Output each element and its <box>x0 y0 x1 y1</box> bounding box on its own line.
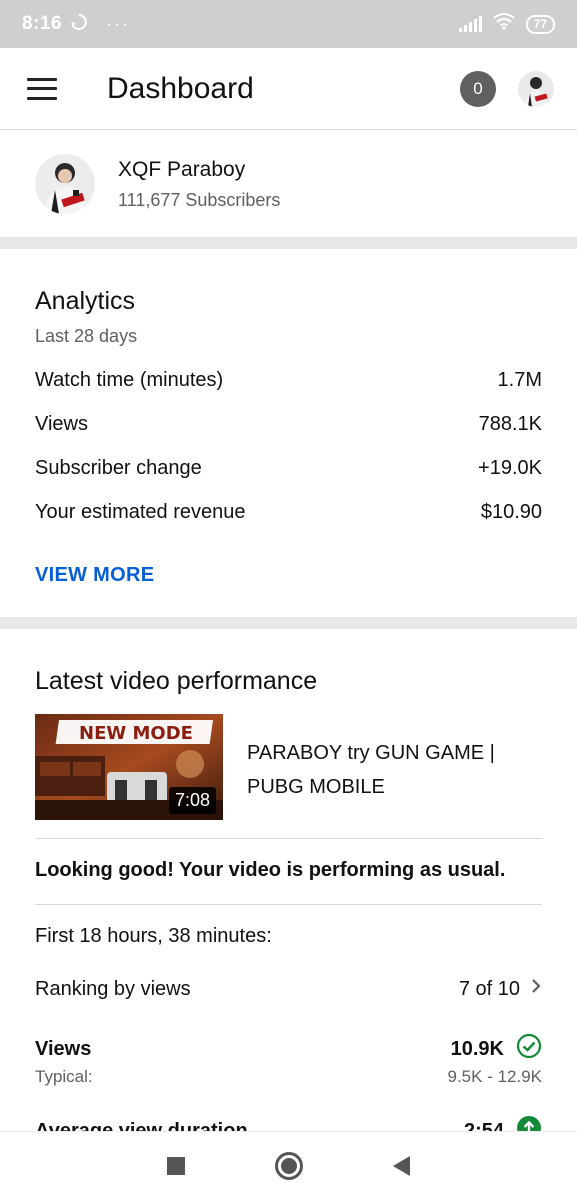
battery-icon: 77 <box>525 14 555 34</box>
typical-label: Typical: <box>35 1067 93 1086</box>
ranking-label: Ranking by views <box>35 977 191 1000</box>
ranking-value: 7 of 10 <box>458 977 520 1000</box>
video-duration: 7:08 <box>168 787 216 814</box>
notification-count-badge[interactable]: 0 <box>460 70 496 107</box>
metric-value: 788.1K <box>478 413 542 435</box>
more-notifications-icon: ··· <box>106 13 131 34</box>
section-divider <box>0 237 577 249</box>
metric-label: Your estimated revenue <box>35 501 246 523</box>
typical-row: Typical: 9.5K - 12.9K <box>35 1067 542 1087</box>
performance-period: First 18 hours, 38 minutes: <box>35 925 272 947</box>
status-time: 8:16 <box>22 13 63 34</box>
page-title: Dashboard <box>107 71 254 105</box>
subscriber-count: 111,677 Subscribers <box>118 189 281 210</box>
wifi-icon <box>492 12 516 36</box>
metric-row-revenue: Your estimated revenue $10.90 <box>35 501 542 524</box>
check-circle-icon <box>516 1033 542 1065</box>
views-label: Views <box>35 1037 92 1060</box>
analytics-card: Analytics Last 28 days Watch time (minut… <box>0 249 577 617</box>
recent-apps-icon[interactable] <box>167 1157 185 1175</box>
metric-value: +19.0K <box>478 457 542 479</box>
divider <box>35 904 542 905</box>
hamburger-menu-icon[interactable] <box>27 77 57 100</box>
latest-video-card: Latest video performance NEW MODE 7:08 P… <box>0 629 577 1142</box>
system-navigation-bar <box>0 1131 577 1200</box>
svg-text:NEW MODE: NEW MODE <box>79 723 193 744</box>
sync-icon <box>70 13 88 36</box>
metric-value: $10.90 <box>480 501 542 523</box>
ranking-row[interactable]: Ranking by views 7 of 10 <box>35 977 542 1001</box>
metric-label: Watch time (minutes) <box>35 369 224 391</box>
video-title[interactable]: PARABOY try GUN GAME | PUBG MOBILE <box>247 736 537 804</box>
metric-row-subscriber-change: Subscriber change +19.0K <box>35 457 542 480</box>
metric-label: Subscriber change <box>35 457 202 479</box>
analytics-title: Analytics <box>35 287 136 315</box>
metric-label: Views <box>35 413 88 435</box>
channel-avatar <box>35 154 95 214</box>
home-icon[interactable] <box>275 1152 303 1180</box>
chevron-right-icon <box>530 977 542 1001</box>
account-avatar[interactable] <box>518 70 554 107</box>
channel-header[interactable]: XQF Paraboy 111,677 Subscribers <box>0 131 577 237</box>
latest-video-title: Latest video performance <box>35 667 318 695</box>
views-value: 10.9K <box>450 1037 504 1060</box>
views-row: Views 10.9K <box>35 1033 542 1065</box>
section-divider <box>0 617 577 629</box>
view-more-button[interactable]: VIEW MORE <box>35 564 154 587</box>
channel-name: XQF Paraboy <box>118 157 246 181</box>
signal-icon <box>458 16 482 32</box>
metric-row-views: Views 788.1K <box>35 413 542 436</box>
typical-value: 9.5K - 12.9K <box>447 1067 542 1086</box>
new-mode-label: NEW MODE <box>55 720 213 744</box>
divider <box>35 838 542 839</box>
video-thumbnail[interactable]: NEW MODE 7:08 <box>35 714 223 820</box>
metric-row-watch-time: Watch time (minutes) 1.7M <box>35 369 542 392</box>
app-bar: Dashboard 0 <box>0 48 577 130</box>
metric-value: 1.7M <box>497 369 542 391</box>
performance-message: Looking good! Your video is performing a… <box>35 859 506 881</box>
analytics-period: Last 28 days <box>35 326 138 346</box>
back-icon[interactable] <box>393 1156 410 1176</box>
status-bar: 8:16 ··· 77 <box>0 0 577 48</box>
